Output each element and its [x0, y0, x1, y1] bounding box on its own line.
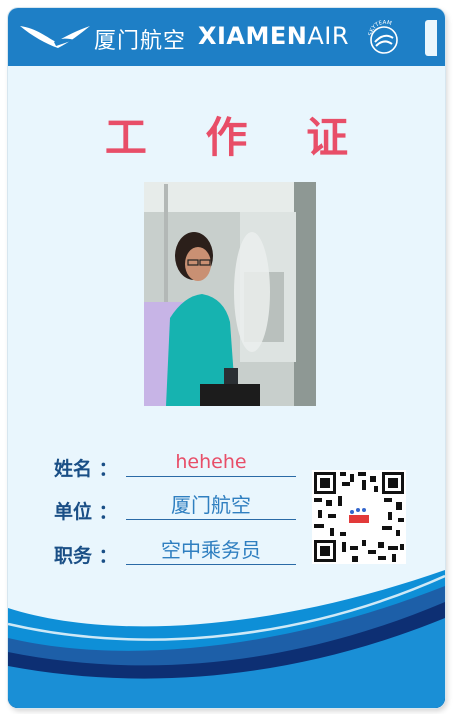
brand-name-en: XIAMENAIR	[198, 22, 349, 50]
card-title: 工 作 证	[104, 113, 371, 162]
id-card: 厦门航空 XIAMENAIR SKYTEAM 工 作 证 姓名 ： hehehe…	[8, 8, 445, 708]
brand-name-en-thin: AIR	[307, 22, 350, 50]
brand-name-cn: 厦门航空	[94, 29, 187, 54]
name-value: hehehe	[126, 448, 296, 477]
brand-name-en-bold: XIAMEN	[198, 22, 308, 50]
unit-value: 厦门航空	[126, 491, 296, 520]
wave-decoration	[8, 570, 445, 708]
employee-photo	[144, 182, 316, 406]
egret-logo	[20, 26, 90, 48]
unit-label: 单位 ：	[54, 501, 118, 523]
skyteam-logo: SKYTEAM	[368, 20, 398, 54]
name-label: 姓名 ：	[54, 458, 118, 480]
card-header: 厦门航空 XIAMENAIR SKYTEAM	[8, 8, 445, 66]
header-notch	[425, 20, 437, 56]
